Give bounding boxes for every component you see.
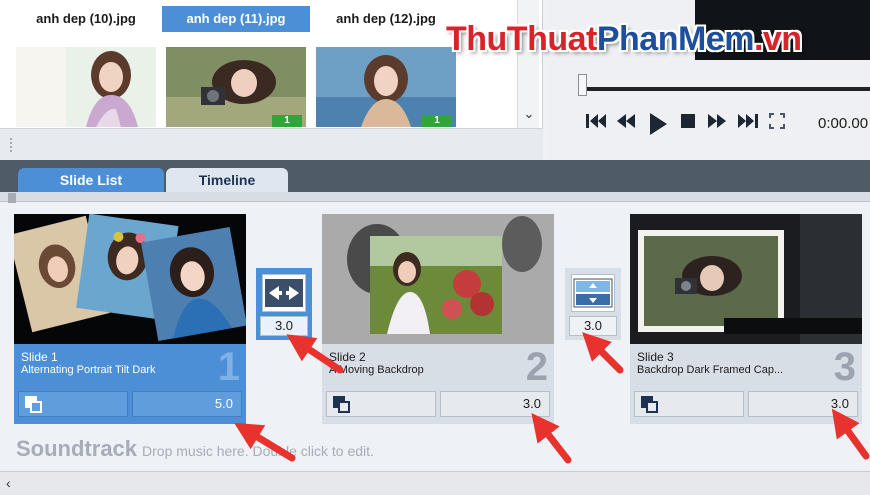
layers-icon [641, 396, 659, 414]
fast-forward-icon[interactable] [706, 112, 728, 136]
file-browser-footer [0, 128, 543, 160]
slide-card-1[interactable]: Slide 1 Alternating Portrait Tilt Dark 1… [14, 214, 246, 424]
slide-info: Slide 1 Alternating Portrait Tilt Dark 1… [14, 344, 246, 424]
slide-layers-button[interactable] [18, 391, 128, 417]
watermark: ThuThuatPhanMem.vn [446, 20, 802, 59]
file-thumbnail-11[interactable]: 1 [166, 47, 306, 127]
slide-style-name: A Moving Backdrop [329, 364, 424, 376]
slide-duration[interactable]: 3.0 [748, 391, 858, 417]
transition-icon [571, 274, 615, 312]
resize-grip[interactable] [10, 138, 14, 152]
play-icon[interactable] [648, 112, 668, 142]
soundtrack-hint: Drop music here. Double click to edit. [142, 443, 374, 459]
slide-number: 1 [217, 345, 240, 389]
file-thumbnail-12[interactable]: 1 [316, 47, 456, 127]
watermark-part-2: PhanMem [596, 20, 755, 58]
tab-slide-list[interactable]: Slide List [18, 168, 164, 192]
skip-start-icon[interactable] [585, 112, 607, 136]
file-thumbnail-10[interactable] [16, 47, 156, 127]
used-badge: 1 [272, 115, 302, 127]
file-tab-12[interactable]: anh dep (12).jpg [312, 6, 460, 32]
time-display: 0:00.00 [818, 115, 869, 132]
tab-timeline[interactable]: Timeline [166, 168, 288, 192]
slide-name: Slide 3 [637, 350, 674, 364]
horizontal-scrollbar[interactable]: ‹ [0, 471, 870, 495]
fullscreen-icon[interactable] [768, 112, 786, 136]
transition-2[interactable]: 3.0 [565, 268, 621, 340]
file-tab-10[interactable]: anh dep (10).jpg [12, 6, 160, 32]
seek-bar[interactable] [580, 87, 870, 91]
chevron-down-icon[interactable]: ⌄ [518, 106, 540, 122]
slide-style-name: Backdrop Dark Framed Cap... [637, 364, 784, 376]
slide-info: Slide 3 Backdrop Dark Framed Cap... 3 3.… [630, 344, 862, 424]
watermark-part-3: .vn [753, 20, 802, 58]
slide-number: 3 [833, 345, 856, 389]
slide-style-name: Alternating Portrait Tilt Dark [21, 364, 156, 376]
slide-thumbnail [322, 214, 554, 344]
slide-layers-button[interactable] [326, 391, 436, 417]
slide-name: Slide 2 [329, 350, 366, 364]
slide-info: Slide 2 A Moving Backdrop 2 3.0 [322, 344, 554, 424]
chevron-left-icon[interactable]: ‹ [6, 475, 11, 491]
slide-card-2[interactable]: Slide 2 A Moving Backdrop 2 3.0 [322, 214, 554, 424]
rewind-icon[interactable] [615, 112, 637, 136]
soundtrack-title: Soundtrack [16, 436, 138, 461]
used-badge: 1 [422, 115, 452, 127]
transition-duration[interactable]: 3.0 [569, 316, 617, 336]
transition-duration[interactable]: 3.0 [260, 316, 308, 336]
layers-icon [333, 396, 351, 414]
slide-layers-button[interactable] [634, 391, 744, 417]
seek-handle[interactable] [578, 74, 587, 96]
file-tab-11[interactable]: anh dep (11).jpg [162, 6, 310, 32]
skip-end-icon[interactable] [737, 112, 759, 136]
slide-duration[interactable]: 5.0 [132, 391, 242, 417]
slide-name: Slide 1 [21, 350, 58, 364]
soundtrack-lane[interactable]: Soundtrack Drop music here. Double click … [16, 436, 374, 462]
slide-thumbnail [14, 214, 246, 344]
zoom-ruler [0, 192, 870, 202]
layers-icon [25, 396, 43, 414]
slide-duration[interactable]: 3.0 [440, 391, 550, 417]
watermark-part-1: ThuThuat [446, 20, 597, 58]
slide-thumbnail [630, 214, 862, 344]
transition-1[interactable]: 3.0 [256, 268, 312, 340]
slide-number: 2 [525, 345, 548, 389]
slide-card-3[interactable]: Slide 3 Backdrop Dark Framed Cap... 3 3.… [630, 214, 862, 424]
transition-icon [262, 274, 306, 312]
stop-icon[interactable] [680, 112, 696, 136]
